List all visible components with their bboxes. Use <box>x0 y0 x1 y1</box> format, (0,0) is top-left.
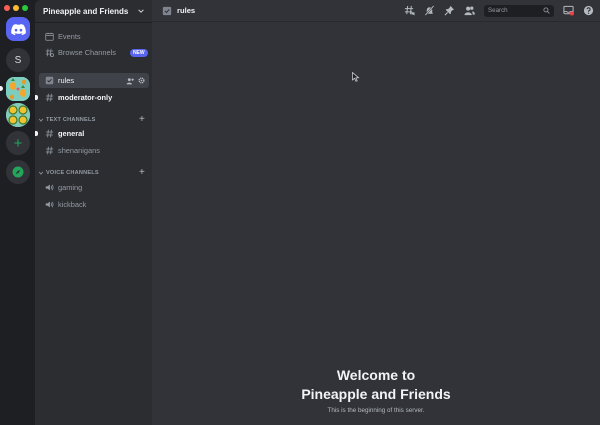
server-s-button[interactable]: S <box>6 48 30 72</box>
threads-icon <box>404 5 415 16</box>
events-item[interactable]: Events <box>39 29 149 44</box>
hashtag-icon <box>44 129 54 139</box>
welcome-title-line1: Welcome to <box>336 367 416 383</box>
notification-settings-button[interactable] <box>424 5 435 16</box>
new-badge: NEW <box>129 48 148 57</box>
server-pineapple-2-button[interactable] <box>6 103 30 127</box>
search-box[interactable] <box>484 4 554 17</box>
rules-icon <box>44 76 54 86</box>
channel-rules-label: rules <box>58 76 75 85</box>
member-list-button[interactable] <box>464 5 475 16</box>
bell-muted-icon <box>424 5 435 16</box>
pinned-messages-button[interactable] <box>444 5 455 16</box>
unread-indicator <box>35 131 38 136</box>
inbox-icon <box>563 5 574 16</box>
channel-general[interactable]: general <box>35 126 149 141</box>
channel-rules[interactable]: rules <box>39 73 149 88</box>
members-icon <box>464 6 475 16</box>
selected-server-indicator <box>0 86 3 91</box>
gear-icon[interactable] <box>138 77 145 84</box>
discord-logo-icon <box>10 23 26 35</box>
category-text-channels[interactable]: TEXT CHANNELS + <box>38 114 149 126</box>
channel-shenanigans[interactable]: shenanigans <box>39 143 149 158</box>
help-button[interactable] <box>583 5 594 16</box>
explore-servers-button[interactable] <box>6 160 30 184</box>
channel-header: rules <box>152 0 600 22</box>
voice-channel-kickback[interactable]: kickback <box>39 197 149 212</box>
channel-general-label: general <box>58 129 85 138</box>
rules-icon <box>162 6 172 15</box>
category-voice-channels[interactable]: VOICE CHANNELS + <box>38 167 149 179</box>
unread-indicator <box>35 95 38 100</box>
minimize-window-button[interactable] <box>13 5 19 11</box>
add-server-button[interactable]: + <box>6 131 30 155</box>
plus-icon: + <box>13 134 23 152</box>
close-window-button[interactable] <box>4 5 10 11</box>
chevron-down-icon <box>138 9 144 13</box>
welcome-subtitle: This is the beginning of this server. <box>327 407 425 414</box>
search-input[interactable] <box>488 7 543 14</box>
channel-actions <box>126 77 145 85</box>
inbox-button[interactable] <box>563 5 574 16</box>
pin-icon <box>444 5 455 16</box>
help-icon <box>583 5 594 16</box>
mouse-cursor-icon <box>352 72 360 82</box>
threads-button[interactable] <box>404 5 415 16</box>
voice-channel-gaming-label: gaming <box>58 183 83 192</box>
calendar-icon <box>44 32 54 42</box>
channel-title: rules <box>177 6 196 15</box>
category-voice-channels-label: VOICE CHANNELS <box>46 170 99 176</box>
header-divider <box>35 22 152 23</box>
maximize-window-button[interactable] <box>22 5 28 11</box>
window-controls <box>4 5 28 11</box>
create-text-channel-button[interactable]: + <box>139 115 145 125</box>
speaker-icon <box>44 200 54 210</box>
server-header-button[interactable]: Pineapple and Friends <box>35 0 152 22</box>
pineapple-pattern-server-icon <box>6 103 30 127</box>
welcome-title: Welcome to Pineapple and Friends <box>152 366 600 404</box>
server-name: Pineapple and Friends <box>43 6 129 16</box>
main-content: rules Search Welcome to Pineapple and Fr… <box>152 0 600 425</box>
pineapple-server-icon <box>6 77 30 101</box>
invite-icon[interactable] <box>126 77 134 85</box>
caret-down-icon <box>38 171 44 175</box>
search-icon <box>543 7 550 14</box>
hashtag-icon <box>44 146 54 156</box>
voice-channel-gaming[interactable]: gaming <box>39 180 149 195</box>
server-rail: S + <box>0 0 35 425</box>
browse-channels-icon <box>44 48 54 58</box>
compass-icon <box>12 166 24 178</box>
channel-moderator-only[interactable]: moderator-only <box>35 90 149 105</box>
browse-channels-label: Browse Channels <box>58 48 116 57</box>
channel-moderator-only-label: moderator-only <box>58 93 113 102</box>
caret-down-icon <box>38 118 44 122</box>
server-s-initial: S <box>14 54 22 66</box>
direct-messages-button[interactable] <box>6 17 30 41</box>
browse-channels-item[interactable]: Browse Channels NEW <box>39 45 149 60</box>
server-pineapple-and-friends-button[interactable] <box>6 77 30 101</box>
speaker-icon <box>44 183 54 193</box>
header-toolbar <box>404 4 600 17</box>
channel-sidebar: Pineapple and Friends Events Browse Chan… <box>35 0 152 425</box>
events-label: Events <box>58 32 81 41</box>
welcome-title-line2: Pineapple and Friends <box>301 386 451 402</box>
hashtag-icon <box>44 93 54 103</box>
channel-shenanigans-label: shenanigans <box>58 146 100 155</box>
create-voice-channel-button[interactable]: + <box>139 168 145 178</box>
category-text-channels-label: TEXT CHANNELS <box>46 117 96 123</box>
voice-channel-kickback-label: kickback <box>58 200 87 209</box>
